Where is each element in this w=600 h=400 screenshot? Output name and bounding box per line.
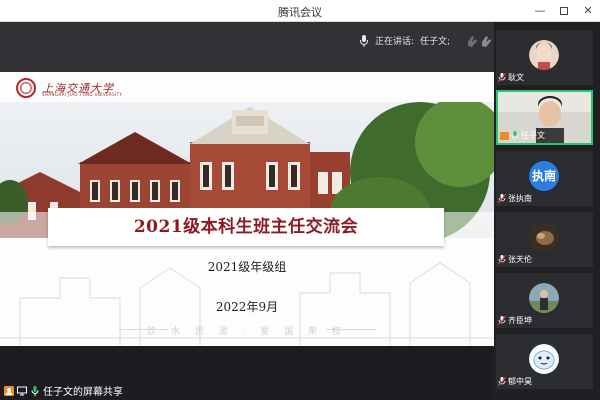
slide-subtitle: 2021级年级组 — [207, 260, 287, 274]
participant-avatar — [529, 283, 559, 313]
meeting-top-strip — [0, 22, 494, 72]
microphone-muted-icon — [498, 255, 506, 264]
window-titlebar: 腾讯会议 — ✕ — [0, 0, 600, 22]
slide-date: 2022年9月 — [215, 300, 279, 314]
participant-avatar: 执南 — [529, 161, 559, 191]
school-name-en: SHANGHAI JIAO TONG UNIVERSITY — [42, 92, 123, 97]
participant-avatar — [529, 40, 559, 70]
participant-namebar: 张执南 — [498, 193, 532, 204]
share-owner-label: 任子文的屏幕共享 — [43, 387, 123, 398]
speaking-prefix: 正在讲话: — [375, 37, 415, 47]
participant-name: 张执南 — [508, 194, 532, 203]
hand-icon[interactable] — [480, 34, 492, 48]
microphone-icon — [360, 34, 368, 47]
participant-name: 张天伦 — [508, 255, 532, 264]
participant-name: 任子文 — [521, 131, 545, 140]
microphone-muted-icon — [498, 73, 506, 82]
participant-namebar: 齐臣坤 — [498, 315, 532, 326]
screen-share-label: 任子文的屏幕共享 — [4, 383, 123, 398]
speaking-name: 任子文; — [420, 37, 451, 47]
participant-tile-active[interactable]: 任子文 — [496, 90, 593, 145]
participant-namebar: 郁中昊 — [498, 376, 532, 387]
user-icon — [4, 385, 14, 396]
slide-title-banner: 2021级本科生班主任交流会 — [48, 208, 444, 246]
participant-tile[interactable]: 张天伦 — [496, 212, 593, 267]
microphone-muted-icon — [498, 194, 506, 203]
participant-tile[interactable]: 郁中昊 — [496, 334, 593, 389]
minimize-button[interactable]: — — [532, 3, 548, 19]
participant-name: 郁中昊 — [508, 377, 532, 386]
participant-tile[interactable]: 执南 张执南 — [496, 151, 593, 206]
shared-slide: 上海交通大学 SHANGHAI JIAO TONG UNIVERSITY 202… — [0, 72, 494, 346]
participant-namebar: 耿文 — [498, 72, 524, 83]
participant-namebar: 任子文 — [500, 130, 545, 141]
school-motto: 饮 水 思 源 · 爱 国 荣 校 — [147, 327, 347, 337]
maximize-icon — [560, 7, 568, 15]
slide-main-title: 2021级本科生班主任交流会 — [133, 217, 359, 237]
screen-share-icon — [17, 386, 27, 395]
participant-avatar — [529, 344, 559, 374]
hand-icon[interactable] — [466, 34, 478, 48]
microphone-icon — [511, 131, 519, 139]
speaking-indicator: 正在讲话: 任子文; — [359, 34, 450, 47]
school-seal-icon — [16, 78, 36, 98]
participant-tile[interactable]: 耿文 — [496, 30, 593, 85]
microphone-muted-icon — [498, 377, 506, 386]
participant-tile[interactable]: 齐臣坤 — [496, 273, 593, 328]
user-icon — [500, 131, 509, 140]
participant-name: 耿文 — [508, 73, 524, 82]
participant-namebar: 张天伦 — [498, 254, 532, 265]
maximize-button[interactable] — [556, 3, 572, 19]
close-button[interactable]: ✕ — [580, 3, 596, 19]
microphone-icon — [31, 385, 39, 396]
window-title: 腾讯会议 — [278, 6, 322, 19]
participant-avatar — [529, 222, 559, 252]
microphone-muted-icon — [498, 316, 506, 325]
participant-name: 齐臣坤 — [508, 316, 532, 325]
